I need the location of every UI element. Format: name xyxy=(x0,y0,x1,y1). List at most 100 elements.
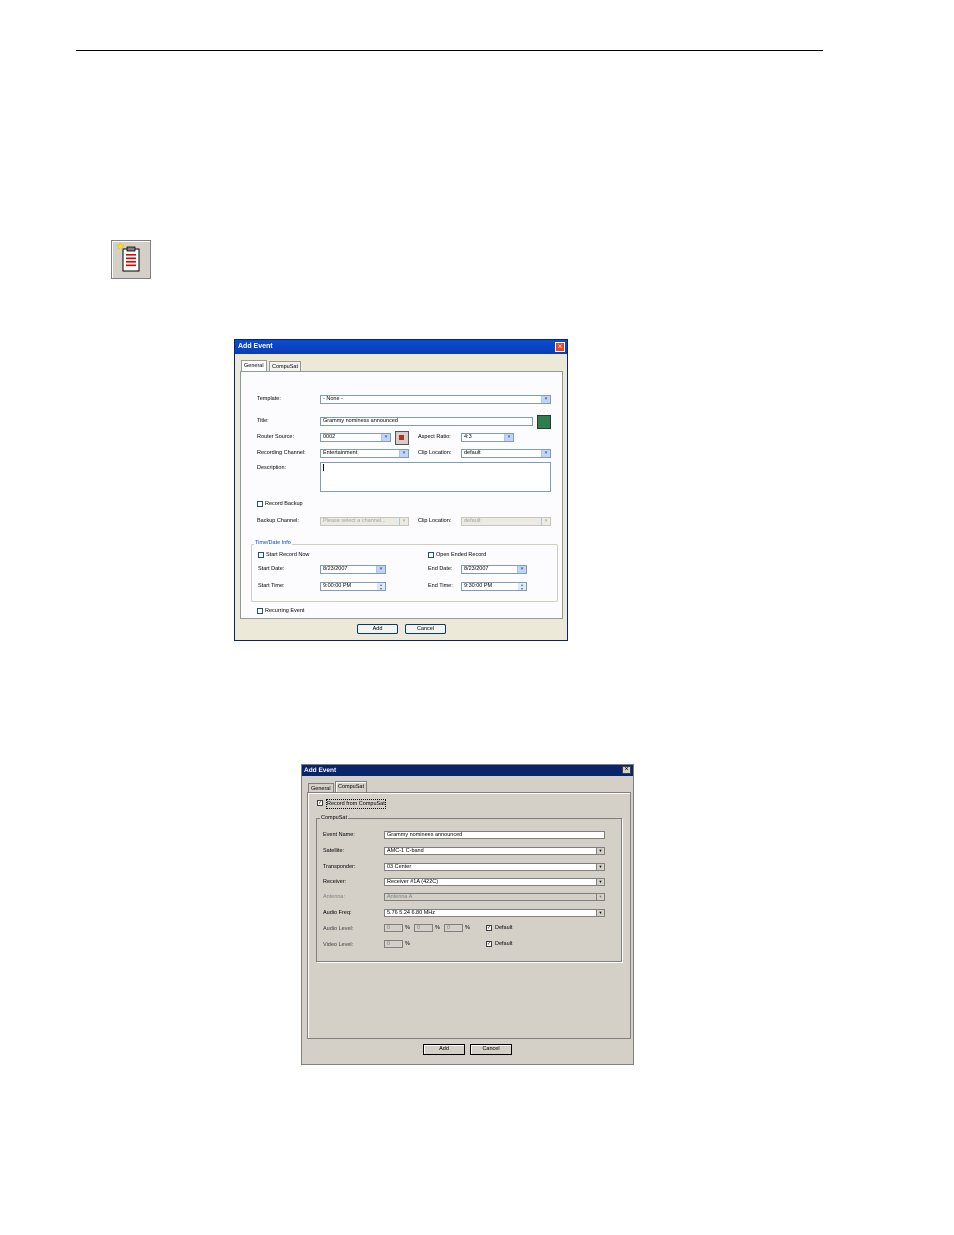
recurring-event-checkbox[interactable] xyxy=(257,608,263,614)
open-ended-label: Open Ended Record xyxy=(436,552,487,558)
video-level-label: Video Level: xyxy=(323,942,354,948)
title-input[interactable]: Grammy nominess announced xyxy=(320,417,533,426)
recording-channel-label: Recording Channel: xyxy=(257,450,306,456)
aspect-ratio-select[interactable]: 4:3 ▾ xyxy=(461,433,514,442)
tab-general[interactable]: General xyxy=(241,360,267,371)
recording-channel-value: Entertainment xyxy=(323,450,358,456)
audio-freq-value: 5.76 5.24 6.80 MHz xyxy=(387,910,436,916)
chevron-down-icon[interactable]: ▼ xyxy=(596,879,604,885)
clip-location-value: default xyxy=(464,450,481,456)
backup-clip-location-value: default xyxy=(464,518,481,524)
satellite-label: Satellite: xyxy=(323,848,345,854)
dialog-title-bar: Add Event xyxy=(235,340,567,354)
audio-level-input-2[interactable]: 0 xyxy=(414,924,433,932)
add-event-dialog-general: Add Event × General CompuSat Template: -… xyxy=(234,339,568,641)
percent-sign: % xyxy=(405,941,410,947)
end-time-value: 9:30:00 PM xyxy=(464,583,493,589)
start-record-now-label: Start Record Now xyxy=(266,552,310,558)
event-name-input[interactable]: Grammy nominees announced xyxy=(384,831,605,839)
receiver-select[interactable]: Receiver #1A (422C) ▼ xyxy=(384,878,605,886)
end-time-label: End Time: xyxy=(428,583,453,589)
page-header-rule xyxy=(76,50,823,51)
chevron-down-icon[interactable]: ▼ xyxy=(596,894,604,900)
backup-clip-location-label: Clip Location: xyxy=(418,518,452,524)
template-value: - None - xyxy=(323,396,343,402)
audio-level-input-3[interactable]: 0 xyxy=(444,924,463,932)
chevron-down-icon[interactable]: ▾ xyxy=(399,450,408,457)
end-time-spinner[interactable]: 9:30:00 PM ▴ ▾ xyxy=(461,582,527,591)
router-source-select[interactable]: 0002 ▾ xyxy=(320,433,391,442)
end-date-label: End Date: xyxy=(428,566,453,572)
router-browse-icon[interactable] xyxy=(395,431,409,445)
text-cursor xyxy=(323,464,324,471)
description-textarea[interactable] xyxy=(320,462,551,492)
aspect-ratio-value: 4:3 xyxy=(464,434,472,440)
satellite-select[interactable]: AMC-1 C-band ▼ xyxy=(384,847,605,855)
backup-channel-placeholder: Please select a channel... xyxy=(323,518,386,524)
video-default-checkbox[interactable]: ✓ xyxy=(486,941,492,947)
start-time-label: Start Time: xyxy=(258,583,285,589)
backup-channel-select[interactable]: Please select a channel... ▾ xyxy=(320,517,409,526)
chevron-down-icon[interactable]: ▾ xyxy=(504,434,513,441)
start-time-spinner[interactable]: 9:00:00 PM ▴ ▾ xyxy=(320,582,386,591)
start-date-picker[interactable]: 8/23/2007 ▾ xyxy=(320,565,386,574)
start-time-value: 9:00:00 PM xyxy=(323,583,352,589)
percent-sign: % xyxy=(405,925,410,931)
title-lookup-icon[interactable] xyxy=(537,415,551,429)
percent-sign: % xyxy=(435,925,440,931)
chevron-down-icon[interactable]: ▾ xyxy=(376,566,385,573)
spinner-arrows-icon[interactable]: ▴ ▾ xyxy=(377,583,385,590)
chevron-down-icon[interactable]: ▼ xyxy=(596,864,604,870)
chevron-down-icon[interactable]: ▾ xyxy=(517,566,526,573)
tab-compusat[interactable]: CompuSat xyxy=(269,361,301,371)
audio-default-checkbox[interactable]: ✓ xyxy=(486,925,492,931)
transponder-select[interactable]: 03 Center ▼ xyxy=(384,863,605,871)
audio-level-input-1[interactable]: 0 xyxy=(384,924,403,932)
event-name-label: Event Name: xyxy=(323,832,355,838)
template-label: Template: xyxy=(257,396,281,402)
recording-channel-select[interactable]: Entertainment ▾ xyxy=(320,449,409,458)
open-ended-checkbox[interactable] xyxy=(428,552,434,558)
antenna-label: Antenna: xyxy=(323,894,346,900)
clip-location-select[interactable]: default ▾ xyxy=(461,449,551,458)
percent-sign: % xyxy=(465,925,470,931)
compusat-tab-panel: ✓ Record from CompuSat CompuSat Event Na… xyxy=(307,792,631,1039)
template-select[interactable]: - None - ▾ xyxy=(320,395,551,404)
satellite-value: AMC-1 C-band xyxy=(387,848,424,854)
record-event-icon[interactable] xyxy=(111,240,151,279)
add-button[interactable]: Add xyxy=(423,1044,465,1055)
start-record-now-checkbox[interactable] xyxy=(258,552,264,558)
video-level-input[interactable]: 0 xyxy=(384,940,403,948)
chevron-down-icon[interactable]: ▼ xyxy=(596,848,604,854)
add-button[interactable]: Add xyxy=(357,624,398,634)
chevron-down-icon[interactable]: ▾ xyxy=(541,396,550,403)
chevron-down-icon[interactable]: ▾ xyxy=(541,518,550,525)
backup-clip-location-select[interactable]: default ▾ xyxy=(461,517,551,526)
audio-freq-select[interactable]: 5.76 5.24 6.80 MHz ▼ xyxy=(384,909,605,917)
audio-freq-label: Audio Freq: xyxy=(323,910,352,916)
close-icon[interactable]: × xyxy=(555,342,565,352)
record-from-compusat-checkbox[interactable]: ✓ xyxy=(317,800,323,806)
chevron-down-icon[interactable]: ▾ xyxy=(381,434,390,441)
record-backup-checkbox[interactable] xyxy=(257,501,263,507)
end-date-picker[interactable]: 8/23/2007 ▾ xyxy=(461,565,527,574)
spinner-arrows-icon[interactable]: ▴ ▾ xyxy=(518,583,526,590)
receiver-value: Receiver #1A (422C) xyxy=(387,879,439,885)
general-tab-panel: Template: - None - ▾ Title: Grammy nomin… xyxy=(240,371,563,619)
audio-level-label: Audio Level: xyxy=(323,926,354,932)
router-source-value: 0002 xyxy=(323,434,336,440)
compusat-group-legend: CompuSat xyxy=(320,814,348,822)
record-backup-label: Record Backup xyxy=(265,501,303,507)
cancel-button[interactable]: Cancel xyxy=(405,624,446,634)
antenna-select[interactable]: Antenna A ▼ xyxy=(384,893,605,901)
recurring-event-label: Recurring Event xyxy=(265,608,305,614)
video-default-label: Default xyxy=(495,941,513,947)
close-icon[interactable]: × xyxy=(622,766,631,774)
cancel-button[interactable]: Cancel xyxy=(470,1044,512,1055)
title-label: Title: xyxy=(257,418,269,424)
chevron-down-icon[interactable]: ▼ xyxy=(596,910,604,916)
time-date-legend: Time/Date Info xyxy=(254,540,292,547)
clip-location-label: Clip Location: xyxy=(418,450,452,456)
chevron-down-icon[interactable]: ▾ xyxy=(541,450,550,457)
chevron-down-icon[interactable]: ▾ xyxy=(399,518,408,525)
